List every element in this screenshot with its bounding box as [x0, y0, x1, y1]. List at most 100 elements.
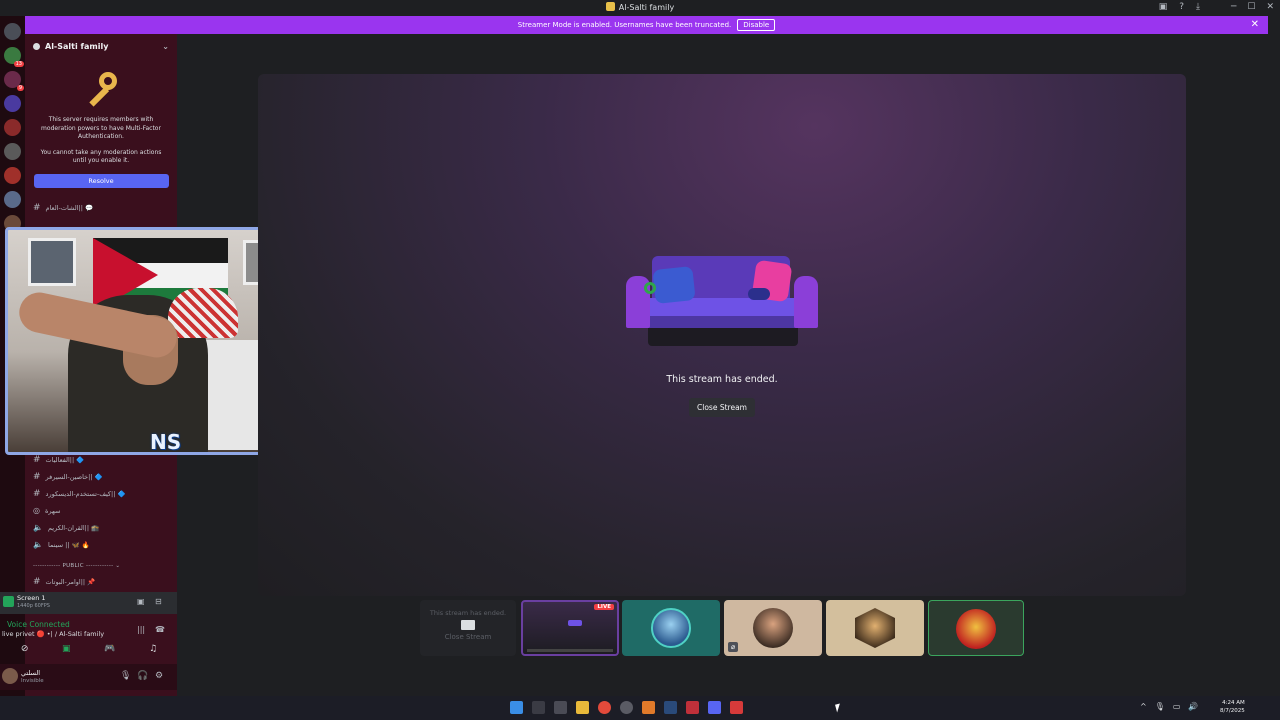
server-icon — [605, 2, 615, 11]
wall-poster — [28, 238, 76, 286]
stream-preview — [568, 620, 582, 626]
tray-volume-icon[interactable]: 🔊 — [1188, 702, 1198, 711]
windows-taskbar: ^ 🎙 ▭ 🔊 4:24 AM 8/7/2025 — [0, 696, 1280, 720]
chevron-down-icon: ⌄ — [162, 41, 169, 51]
help-icon[interactable]: ? — [1179, 2, 1184, 12]
steam-icon[interactable] — [664, 701, 677, 714]
server-icon[interactable] — [4, 143, 21, 160]
live-stream-tile[interactable]: LIVE — [521, 600, 619, 656]
screen-settings-icon[interactable]: ⊟ — [155, 597, 162, 606]
task-view-icon[interactable] — [554, 701, 567, 714]
voice-action-row: ⊘ ▣ 🎮 ♫ — [4, 644, 174, 654]
user-panel: السلتي Invisible 🎙 🎧 ⚙ — [0, 664, 177, 690]
muted-mic-icon: ⌀ — [728, 642, 738, 652]
stream-ended-message: This stream has ended. — [666, 374, 778, 385]
keffiyeh — [168, 288, 238, 338]
channel-item[interactable]: # خاصين-السيرفر|| 🔷 — [33, 472, 103, 482]
category-public[interactable]: ------------ PUBLIC ------------ ⌄ — [33, 563, 120, 569]
channel-item[interactable]: 🔈 القران-الكريم|| 🕋 — [33, 523, 99, 532]
server-icon[interactable]: 9 — [4, 71, 24, 91]
noise-suppression-icon[interactable]: ||| — [137, 625, 145, 634]
app-icon[interactable] — [686, 701, 699, 714]
disable-streamer-mode-button[interactable]: Disable — [737, 19, 776, 31]
server-icon[interactable] — [4, 95, 21, 112]
server-header[interactable]: Al-Salti family ⌄ — [25, 34, 177, 58]
maximize-button[interactable]: ☐ — [1247, 2, 1255, 12]
server-icon[interactable] — [4, 167, 21, 184]
screen-share-button-icon[interactable]: ▣ — [62, 644, 71, 654]
tray-chevron-icon[interactable]: ^ — [1140, 702, 1147, 711]
channel-item[interactable]: # الشات-العام|| 💬 — [33, 203, 93, 213]
resolve-button[interactable]: Resolve — [33, 173, 169, 188]
soundboard-icon[interactable]: ♫ — [149, 644, 157, 654]
gear-icon[interactable]: ⚙ — [155, 671, 163, 681]
clock[interactable]: 4:24 AM 8/7/2025 — [1220, 699, 1245, 715]
avatar — [753, 608, 793, 648]
close-window-button[interactable]: ✕ — [1266, 2, 1274, 12]
headphones-icon[interactable]: 🎧 — [137, 671, 148, 681]
screen-share-row: Screen 1 1440p 60FPS ▣ ⊟ — [0, 592, 177, 614]
avatar — [651, 608, 691, 648]
participant-tile[interactable] — [622, 600, 720, 656]
close-banner-icon[interactable]: ✕ — [1251, 19, 1259, 30]
window-title: Al-Salti family — [0, 2, 1280, 12]
server-icon[interactable] — [4, 23, 21, 40]
mic-icon[interactable]: 🎙 — [120, 671, 131, 681]
controller-icon — [748, 288, 770, 300]
server-icon[interactable]: 13 — [4, 47, 24, 67]
screen-quality: 1440p 60FPS — [17, 603, 50, 609]
participant-tile[interactable] — [826, 600, 924, 656]
windows-start-icon[interactable] — [510, 701, 523, 714]
server-icon[interactable] — [4, 119, 21, 136]
title-bar: Al-Salti family ▣ ? ⤓ ─ ☐ ✕ — [0, 0, 1280, 16]
disconnect-icon[interactable]: ☎ — [155, 625, 165, 634]
file-explorer-icon[interactable] — [576, 701, 589, 714]
couch-illustration — [626, 254, 818, 349]
voice-location[interactable]: live privet 🔴 •| / Al-Salti family — [2, 630, 104, 638]
server-name: Al-Salti family — [45, 41, 109, 51]
discord-icon[interactable] — [708, 701, 721, 714]
ended-stream-tile[interactable]: This stream has ended. Close Stream — [420, 600, 516, 656]
clock-time: 4:24 AM — [1222, 700, 1245, 706]
search-icon[interactable] — [532, 701, 545, 714]
participant-tile-speaking[interactable] — [928, 600, 1024, 656]
download-icon[interactable]: ⤓ — [1196, 2, 1200, 12]
voice-channel-icon: 🔈 — [33, 540, 43, 549]
activity-icon[interactable]: 🎮 — [104, 644, 115, 654]
avatar — [855, 608, 895, 648]
participant-tile[interactable]: ⌀ — [724, 600, 822, 656]
titlebar-tools: ▣ ? ⤓ — [1159, 2, 1200, 12]
user-status: Invisible — [21, 678, 44, 684]
chrome-icon[interactable] — [598, 701, 611, 714]
pip-icon[interactable]: ▣ — [1159, 2, 1168, 12]
app-icon[interactable] — [642, 701, 655, 714]
system-tray: ^ 🎙 ▭ 🔊 — [1140, 702, 1198, 711]
voice-connected-status[interactable]: Voice Connected — [7, 620, 70, 629]
channel-item[interactable]: # اوامر-البوتات|| 📌 — [33, 577, 95, 587]
voice-panel: Voice Connected live privet 🔴 •| / Al-Sa… — [0, 618, 177, 662]
tray-network-icon[interactable]: ▭ — [1173, 702, 1181, 711]
channel-item[interactable]: 🔈 سينما || 🦋 🔥 — [33, 540, 90, 549]
minimize-button[interactable]: ─ — [1231, 2, 1236, 12]
camera-off-icon[interactable]: ⊘ — [21, 644, 29, 654]
username: السلتي — [21, 669, 41, 677]
avatar — [956, 609, 996, 649]
app-icon[interactable] — [620, 701, 633, 714]
close-stream-button[interactable]: Close Stream — [689, 398, 755, 417]
app-icon[interactable] — [730, 701, 743, 714]
text-channel-icon: # — [33, 472, 41, 482]
screen-toggle-icon[interactable]: ▣ — [137, 597, 145, 606]
taskbar-apps — [510, 701, 743, 714]
channel-item[interactable]: # الفعاليات|| 🔷 — [33, 455, 84, 465]
voice-channel-icon: 🔈 — [33, 523, 43, 532]
ns-logo: NS — [150, 430, 182, 454]
mfa-moderation-text: You cannot take any moderation actions u… — [40, 148, 162, 165]
channel-item[interactable]: ◎ سهرة — [33, 506, 60, 515]
avatar[interactable] — [2, 668, 18, 684]
tray-mic-icon[interactable]: 🎙 — [1155, 702, 1165, 711]
channel-item[interactable]: # كيف-تستخدم-الديسكورد|| 🔷 — [33, 489, 126, 499]
text-channel-icon: # — [33, 203, 41, 213]
monitor-icon — [461, 620, 475, 630]
stage-channel-icon: ◎ — [33, 506, 40, 515]
server-icon[interactable] — [4, 191, 21, 208]
